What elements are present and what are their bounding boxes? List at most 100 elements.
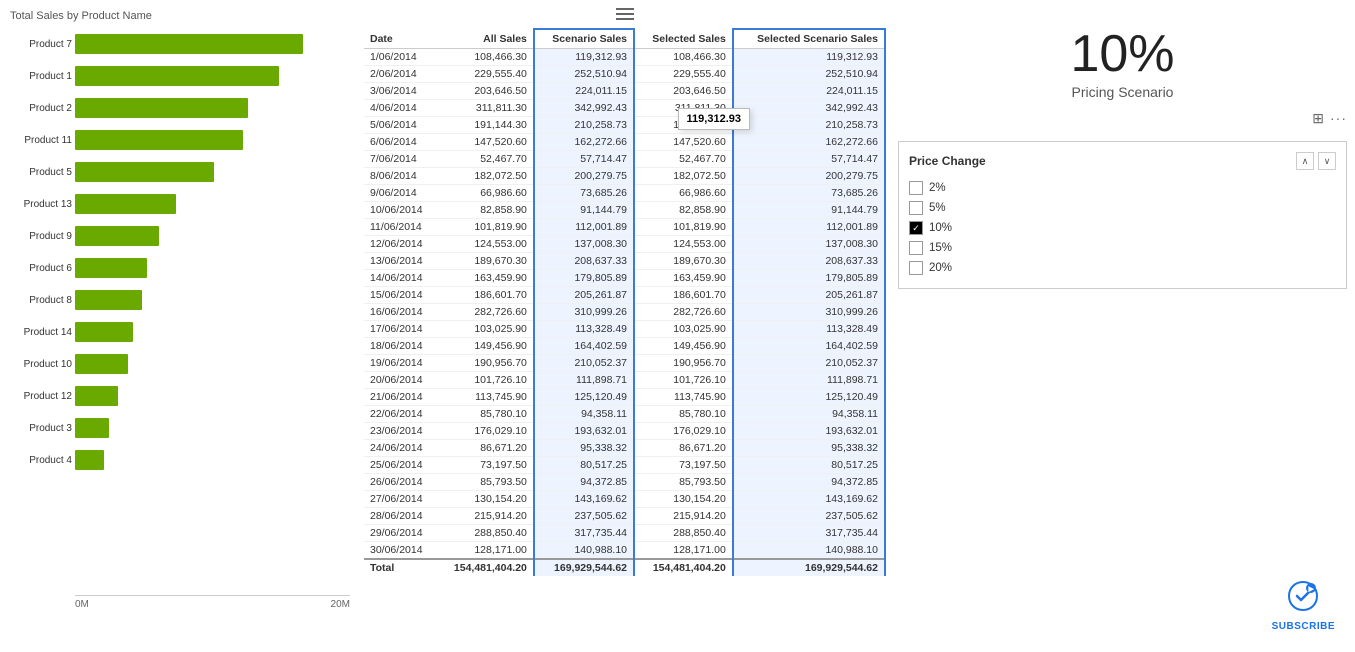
table-cell: 95,338.32: [733, 440, 885, 457]
table-cell: 215,914.20: [634, 508, 733, 525]
table-cell: 210,258.73: [534, 117, 634, 134]
table-cell: 17/06/2014: [364, 321, 437, 338]
slicer-checkbox[interactable]: [909, 261, 923, 275]
table-cell: 85,793.50: [437, 474, 534, 491]
table-cell: 21/06/2014: [364, 389, 437, 406]
slicer-checkbox[interactable]: [909, 241, 923, 255]
table-cell: 108,466.30: [634, 49, 733, 66]
table-cell: 229,555.40: [437, 66, 534, 83]
table-cell: 113,328.49: [733, 321, 885, 338]
slicer-down-arrow[interactable]: ∨: [1318, 152, 1336, 170]
bar-row: Product 2: [75, 94, 350, 122]
table-cell: 205,261.87: [733, 287, 885, 304]
table-row: 17/06/2014103,025.90113,328.49103,025.90…: [364, 321, 885, 338]
table-cell: 137,008.30: [733, 236, 885, 253]
total-row: Total 154,481,404.20 169,929,544.62 154,…: [364, 559, 885, 576]
slicer-box-toolbar: ⊞ ···: [898, 110, 1347, 127]
bar-row: Product 13: [75, 190, 350, 218]
table-cell: 179,805.89: [733, 270, 885, 287]
slicer-item[interactable]: 5%: [909, 198, 1336, 218]
table-cell: 189,670.30: [437, 253, 534, 270]
table-cell: 176,029.10: [437, 423, 534, 440]
bar-row: Product 4: [75, 446, 350, 474]
slicer-item[interactable]: 20%: [909, 258, 1336, 278]
slicer-item[interactable]: 2%: [909, 178, 1336, 198]
bar-label: Product 10: [10, 359, 72, 370]
bar-fill: [75, 66, 279, 86]
more-icon[interactable]: ···: [1330, 110, 1347, 127]
table-cell: 282,726.60: [437, 304, 534, 321]
table-cell: 208,637.33: [534, 253, 634, 270]
slicer-checkbox[interactable]: [909, 221, 923, 235]
table-cell: 1/06/2014: [364, 49, 437, 66]
table-scroll[interactable]: Date All Sales Scenario Sales Selected S…: [364, 28, 886, 576]
bar-label: Product 4: [10, 455, 72, 466]
col-all-sales: All Sales: [437, 29, 534, 49]
table-cell: 101,726.10: [634, 372, 733, 389]
kpi-label: Pricing Scenario: [898, 84, 1347, 100]
col-scenario-sales: Scenario Sales: [534, 29, 634, 49]
table-cell: 108,466.30: [437, 49, 534, 66]
table-cell: 163,459.90: [437, 270, 534, 287]
bar-row: Product 6: [75, 254, 350, 282]
slicer-item-label: 20%: [929, 262, 952, 274]
table-cell: 12/06/2014: [364, 236, 437, 253]
table-cell: 237,505.62: [534, 508, 634, 525]
slicer-item[interactable]: 10%: [909, 218, 1336, 238]
table-row: 14/06/2014163,459.90179,805.89163,459.90…: [364, 270, 885, 287]
table-row: 28/06/2014215,914.20237,505.62215,914.20…: [364, 508, 885, 525]
bar-fill: [75, 162, 214, 182]
table-cell: 143,169.62: [534, 491, 634, 508]
bar-fill: [75, 386, 118, 406]
bar-label: Product 2: [10, 103, 72, 114]
table-row: 13/06/2014189,670.30208,637.33189,670.30…: [364, 253, 885, 270]
slicer-checkbox[interactable]: [909, 201, 923, 215]
table-cell: 203,646.50: [634, 83, 733, 100]
bar-label: Product 11: [10, 135, 72, 146]
table-cell: 210,052.37: [733, 355, 885, 372]
table-cell: 94,372.85: [534, 474, 634, 491]
table-cell: 91,144.79: [534, 202, 634, 219]
col-date: Date: [364, 29, 437, 49]
table-cell: 215,914.20: [437, 508, 534, 525]
bar-row: Product 7: [75, 30, 350, 58]
bar-label: Product 13: [10, 199, 72, 210]
total-selected-sales: 154,481,404.20: [634, 559, 733, 576]
table-cell: 101,726.10: [437, 372, 534, 389]
table-cell: 28/06/2014: [364, 508, 437, 525]
table-cell: 203,646.50: [437, 83, 534, 100]
bar-chart-panel: Total Sales by Product Name Product 7Pro…: [0, 0, 360, 652]
col-selected-sales: Selected Sales: [634, 29, 733, 49]
table-row: 4/06/2014311,811.30342,992.43311,811.303…: [364, 100, 885, 117]
subscribe-text[interactable]: SUBSCRIBE: [1272, 621, 1335, 632]
table-cell: 190,956.70: [437, 355, 534, 372]
bar-label: Product 12: [10, 391, 72, 402]
table-cell: 14/06/2014: [364, 270, 437, 287]
table-cell: 128,171.00: [634, 542, 733, 560]
slicer-checkbox[interactable]: [909, 181, 923, 195]
table-cell: 128,171.00: [437, 542, 534, 560]
hamburger-icon[interactable]: [616, 8, 634, 22]
table-cell: 103,025.90: [437, 321, 534, 338]
table-cell: 86,671.20: [634, 440, 733, 457]
table-cell: 10/06/2014: [364, 202, 437, 219]
bar-label: Product 1: [10, 71, 72, 82]
right-panel: 10% Pricing Scenario ⊞ ··· Price Change …: [890, 0, 1355, 652]
table-cell: 193,632.01: [534, 423, 634, 440]
slicer-item[interactable]: 15%: [909, 238, 1336, 258]
expand-icon[interactable]: ⊞: [1312, 110, 1324, 127]
table-cell: 25/06/2014: [364, 457, 437, 474]
kpi-section: 10% Pricing Scenario: [898, 8, 1347, 110]
slicer-up-arrow[interactable]: ∧: [1296, 152, 1314, 170]
table-cell: 18/06/2014: [364, 338, 437, 355]
table-cell: 162,272.66: [733, 134, 885, 151]
table-cell: 82,858.90: [437, 202, 534, 219]
bar-row: Product 10: [75, 350, 350, 378]
table-cell: 252,510.94: [534, 66, 634, 83]
bar-row: Product 9: [75, 222, 350, 250]
slicer-item-label: 2%: [929, 182, 946, 194]
table-cell: 193,632.01: [733, 423, 885, 440]
slicer-controls: ∧ ∨: [1296, 152, 1336, 170]
table-cell: 52,467.70: [634, 151, 733, 168]
table-cell: 73,197.50: [437, 457, 534, 474]
